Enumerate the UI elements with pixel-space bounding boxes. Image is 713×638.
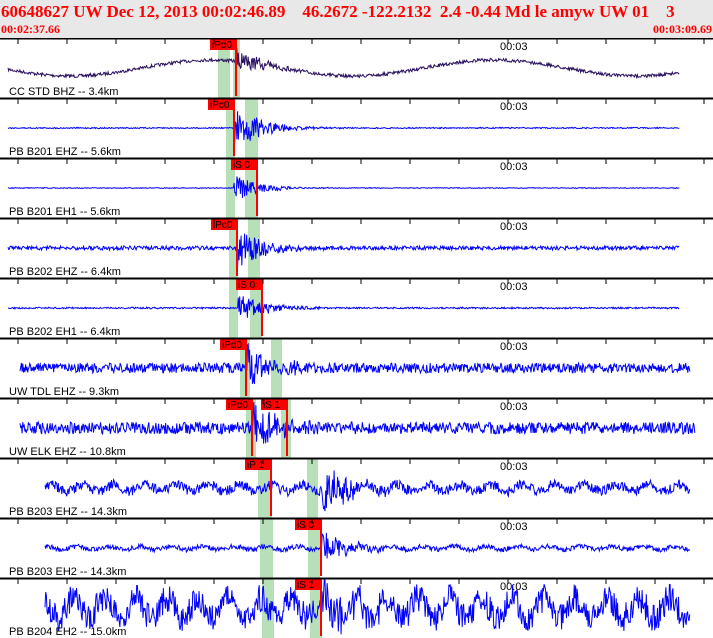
seismogram-viewer: 60648627 UW Dec 12, 2013 00:02:46.89 46.… — [0, 0, 713, 638]
pick-label: iPc0 — [213, 220, 233, 231]
channel-panel[interactable]: iS 1 00:03PB B204 EH2 -- 15.0km — [0, 577, 713, 638]
waveform-trace — [19, 342, 691, 384]
event-header: 60648627 UW Dec 12, 2013 00:02:46.89 46.… — [0, 0, 713, 38]
channel-panel[interactable]: iS 0 00:03 PB B201 EH1 -- 5.6km — [0, 157, 713, 218]
channel-panel[interactable]: iPc0 00:03 PB B201 EHZ -- 5.6km — [0, 97, 713, 158]
time-tick-label: 00:03 — [500, 461, 528, 473]
end-time: 00:03:09.69 — [653, 22, 712, 36]
channel-panel[interactable]: iP 1 00:03 PB B203 EHZ -- 14.3km — [0, 457, 713, 518]
waveform-trace — [7, 176, 680, 198]
trace-panels[interactable]: iPd0 00:03 CC STD BHZ -- 3.4km iPc0 00:03 PB … — [0, 38, 713, 638]
channel-label: UW ELK EHZ -- 10.8km — [9, 446, 126, 458]
channel-label: PB B204 EH2 -- 15.0km — [9, 626, 126, 638]
time-tick-label: 00:03 — [500, 41, 528, 53]
channel-panel[interactable]: iPd0 00:03 CC STD BHZ -- 3.4km — [0, 38, 713, 98]
channel-label: PB B201 EH1 -- 5.6km — [9, 206, 120, 218]
waveform-trace — [7, 47, 680, 80]
waveform-trace — [44, 470, 691, 512]
channel-panel[interactable]: iPd0 iS 1 00:03 UW ELK EHZ -- 10.8km — [0, 397, 713, 458]
time-tick-label: 00:03 — [500, 401, 528, 413]
waveform-trace — [44, 532, 691, 559]
channel-label: PB B203 EHZ -- 14.3km — [9, 506, 127, 518]
pick-label: iS 0 — [233, 160, 251, 171]
pick-label: iS 0 — [238, 280, 256, 291]
pick-window — [260, 518, 273, 578]
pick-label: iPd0 — [228, 400, 248, 411]
channel-panel[interactable]: iS 0 00:03PB B203 EH2 -- 14.3km — [0, 517, 713, 578]
waveform-trace — [7, 296, 680, 318]
channel-panel[interactable]: iS 0 00:03 PB B202 EH1 -- 6.4km — [0, 277, 713, 338]
time-tick-label: 00:03 — [500, 161, 528, 173]
time-tick-label: 00:03 — [500, 221, 528, 233]
pick-label: iPd0 — [222, 340, 242, 351]
time-tick-label: 00:03 — [500, 521, 528, 533]
pick-label: iS 1 — [263, 400, 281, 411]
waveform-trace — [44, 577, 691, 635]
time-tick-label: 00:03 — [500, 341, 528, 353]
channel-label: UW TDL EHZ -- 9.3km — [9, 386, 119, 398]
time-tick-label: 00:03 — [500, 101, 528, 113]
event-title: 60648627 UW Dec 12, 2013 00:02:46.89 46.… — [1, 2, 675, 21]
channel-panel[interactable]: iPc0 00:03 PB B202 EHZ -- 6.4km — [0, 217, 713, 278]
channel-label: PB B202 EH1 -- 6.4km — [9, 326, 120, 338]
waveform-trace — [7, 233, 680, 267]
waveform-trace — [7, 111, 680, 150]
pick-label: iPc0 — [210, 100, 230, 111]
time-tick-label: 00:03 — [500, 281, 528, 293]
channel-label: PB B201 EHZ -- 5.6km — [9, 146, 121, 158]
channel-label: PB B202 EHZ -- 6.4km — [9, 266, 121, 278]
waveform-trace — [19, 402, 696, 444]
channel-panel[interactable]: iPd0 00:03 UW TDL EHZ -- 9.3km — [0, 337, 713, 398]
channel-label: PB B203 EH2 -- 14.3km — [9, 566, 126, 578]
channel-label: CC STD BHZ -- 3.4km — [9, 86, 118, 98]
pick-label: iP 1 — [247, 460, 264, 471]
start-time: 00:02:37.66 — [1, 22, 60, 36]
time-tick-label: 00:03 — [500, 581, 528, 593]
pick-label: iPd0 — [212, 40, 232, 51]
